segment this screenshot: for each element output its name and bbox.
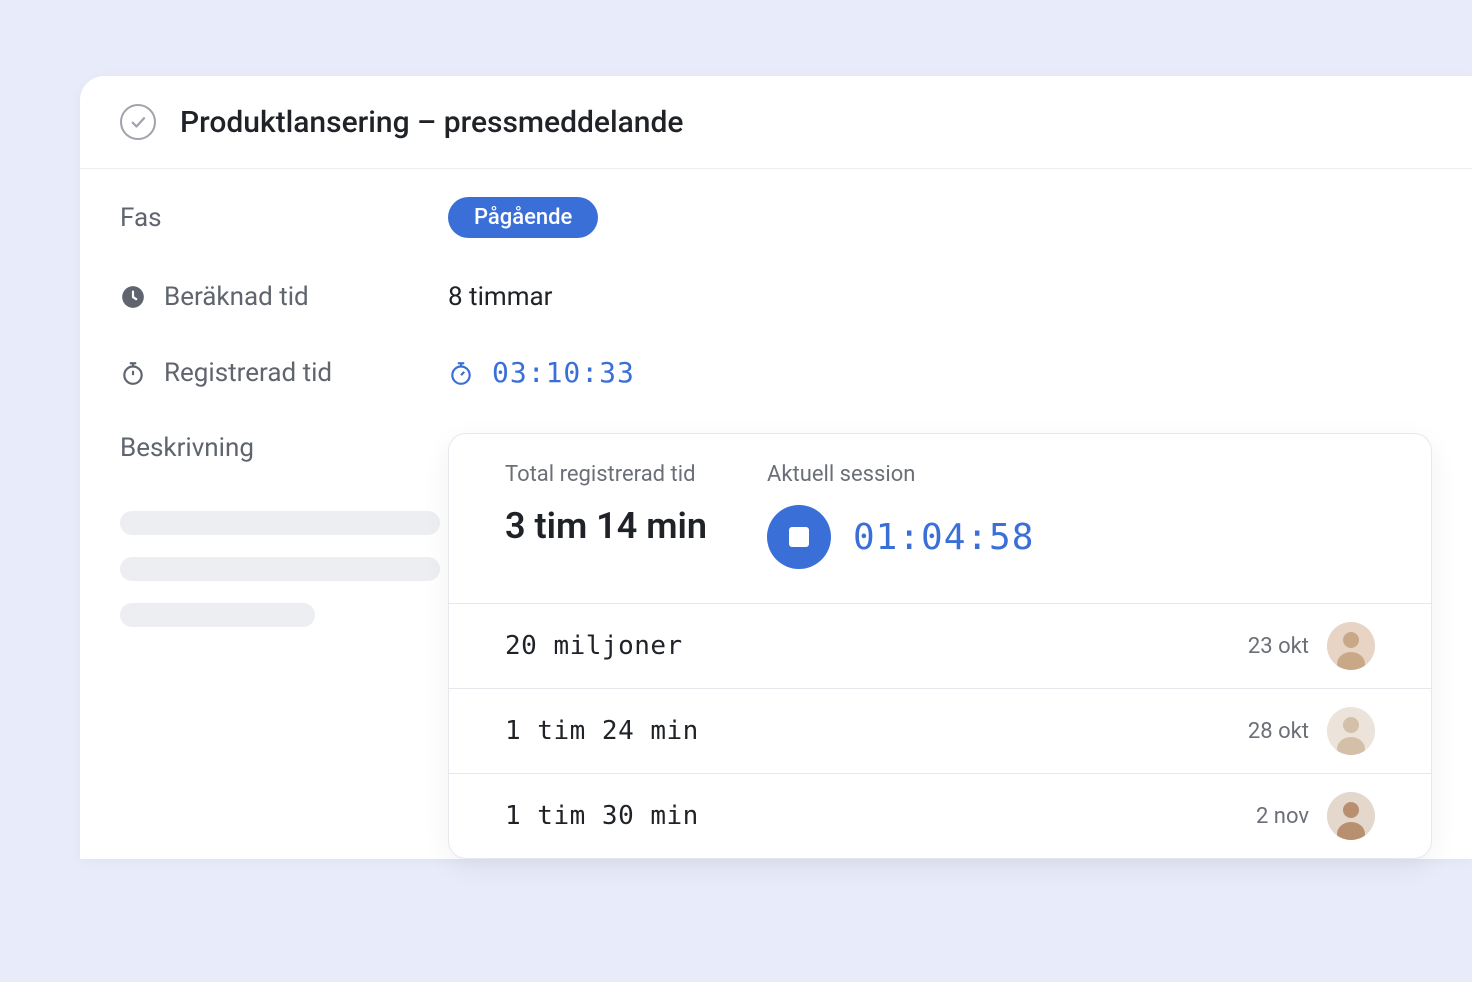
skeleton-line <box>120 603 315 627</box>
phase-badge[interactable]: Pågående <box>448 197 598 238</box>
phase-label: Fas <box>120 203 162 233</box>
current-session-column: Aktuell session 01:04:58 <box>767 462 1034 569</box>
clock-icon <box>120 284 146 310</box>
field-estimated-time: Beräknad tid 8 timmar <box>120 282 1432 312</box>
time-entry-row[interactable]: 1 tim 24 min 28 okt <box>449 689 1431 774</box>
checkmark-icon[interactable] <box>120 104 156 140</box>
stop-timer-button[interactable] <box>767 505 831 569</box>
avatar <box>1327 707 1375 755</box>
avatar <box>1327 622 1375 670</box>
field-phase: Fas Pågående <box>120 197 1432 238</box>
time-entry-row[interactable]: 1 tim 30 min 2 nov <box>449 774 1431 858</box>
task-title: Produktlansering – pressmeddelande <box>180 105 683 140</box>
total-time-label: Total registrerad tid <box>505 462 707 487</box>
skeleton-line <box>120 511 440 535</box>
logged-label: Registrerad tid <box>164 358 332 388</box>
card-body: Fas Pågående Beräknad tid 8 timmar <box>80 169 1472 859</box>
logged-value-wrap[interactable]: 03:10:33 <box>448 356 635 389</box>
entry-date: 23 okt <box>1248 634 1309 659</box>
description-label: Beskrivning <box>120 433 254 463</box>
entry-date: 2 nov <box>1256 804 1309 829</box>
popover-summary: Total registrerad tid 3 tim 14 min Aktue… <box>449 434 1431 604</box>
logged-value: 03:10:33 <box>492 356 635 389</box>
time-tracking-popover: Total registrerad tid 3 tim 14 min Aktue… <box>448 433 1432 859</box>
description-placeholder <box>120 511 448 627</box>
card-header: Produktlansering – pressmeddelande <box>80 76 1472 169</box>
total-time-value: 3 tim 14 min <box>505 505 707 547</box>
entry-duration: 20 miljoner <box>505 631 683 661</box>
skeleton-line <box>120 557 440 581</box>
avatar <box>1327 792 1375 840</box>
description-section: Beskrivning Total registrerad tid 3 tim … <box>120 433 1432 859</box>
stopwatch-icon <box>120 360 146 386</box>
estimated-label: Beräknad tid <box>164 282 309 312</box>
task-card: Produktlansering – pressmeddelande Fas P… <box>80 76 1472 859</box>
estimated-value: 8 timmar <box>448 282 552 312</box>
entry-duration: 1 tim 24 min <box>505 716 699 746</box>
total-time-column: Total registrerad tid 3 tim 14 min <box>505 462 707 569</box>
stopwatch-icon <box>448 360 474 386</box>
entry-date: 28 okt <box>1248 719 1309 744</box>
entry-duration: 1 tim 30 min <box>505 801 699 831</box>
stop-icon <box>789 527 809 547</box>
session-time-value: 01:04:58 <box>853 517 1034 558</box>
session-label: Aktuell session <box>767 462 1034 487</box>
field-logged-time: Registrerad tid 03:10:33 <box>120 356 1432 389</box>
time-entry-row[interactable]: 20 miljoner 23 okt <box>449 604 1431 689</box>
